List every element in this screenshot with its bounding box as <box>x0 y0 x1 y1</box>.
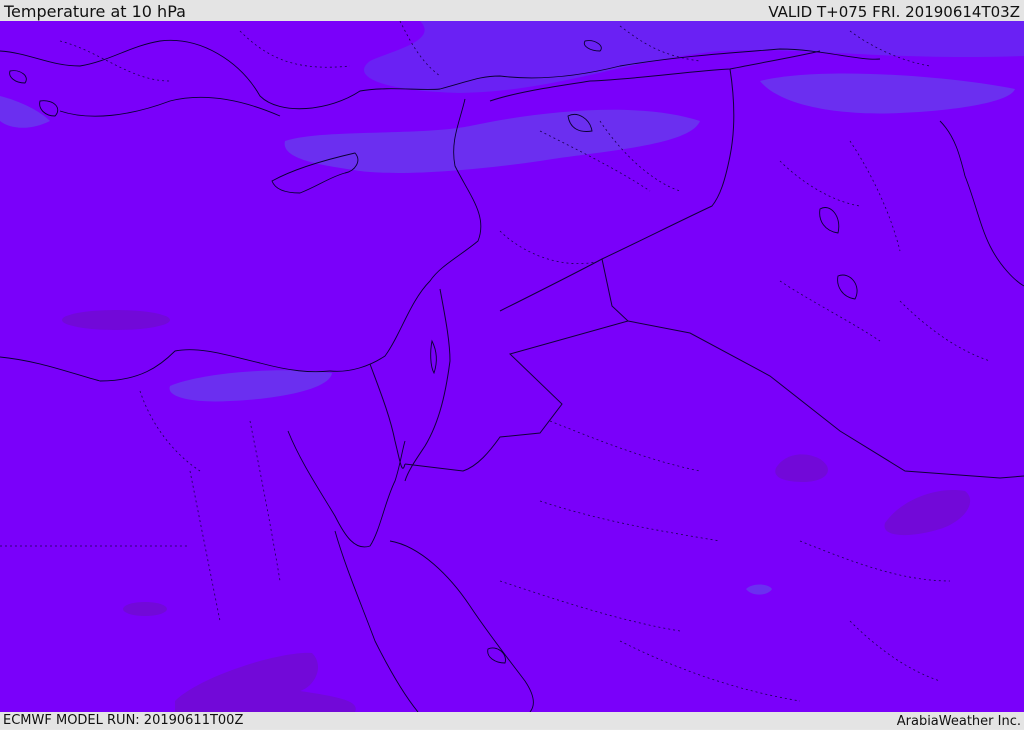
credit: ArabiaWeather Inc. <box>896 714 1021 729</box>
map-header: Temperature at 10 hPa VALID T+075 FRI. 2… <box>0 0 1024 21</box>
turkey-south-coast <box>59 96 281 117</box>
warm-patch-arabia <box>775 454 828 482</box>
warm-patch-sudan <box>175 652 356 712</box>
model-run: ECMWF MODEL RUN: 20190611T00Z <box>3 713 244 728</box>
borders <box>369 50 1024 482</box>
map-footer: ECMWF MODEL RUN: 20190611T00Z ArabiaWeat… <box>0 712 1024 729</box>
province-lines-saudi <box>499 420 951 702</box>
cold-patch-small <box>746 584 772 595</box>
weather-map <box>0 21 1024 712</box>
dead-sea <box>430 339 437 375</box>
iraq-lakes <box>819 207 858 300</box>
gulf-of-suez <box>287 430 406 548</box>
egypt-israel-border <box>369 363 406 469</box>
red-sea-east <box>389 540 534 712</box>
persian-gulf <box>939 120 1024 287</box>
cold-patch-nile <box>169 370 332 402</box>
warm-patch-med <box>62 310 170 330</box>
saudi-iraq-border <box>627 320 1024 479</box>
warm-patch-gulf <box>884 490 971 536</box>
province-lines-egypt <box>0 390 281 622</box>
cold-patch-zagros <box>760 73 1015 114</box>
cold-patch-anatolia <box>284 109 700 173</box>
red-sea-west <box>334 530 419 712</box>
warm-patch-desert <box>123 602 167 616</box>
jordan-iraq-border <box>404 258 629 472</box>
province-lines-iraq <box>779 140 991 362</box>
jordan-west-border <box>404 288 451 482</box>
syria-iraq-border <box>499 68 735 312</box>
map-canvas <box>0 21 1024 712</box>
valid-time: VALID T+075 FRI. 20190614T03Z <box>768 3 1020 21</box>
map-title: Temperature at 10 hPa <box>4 2 186 21</box>
